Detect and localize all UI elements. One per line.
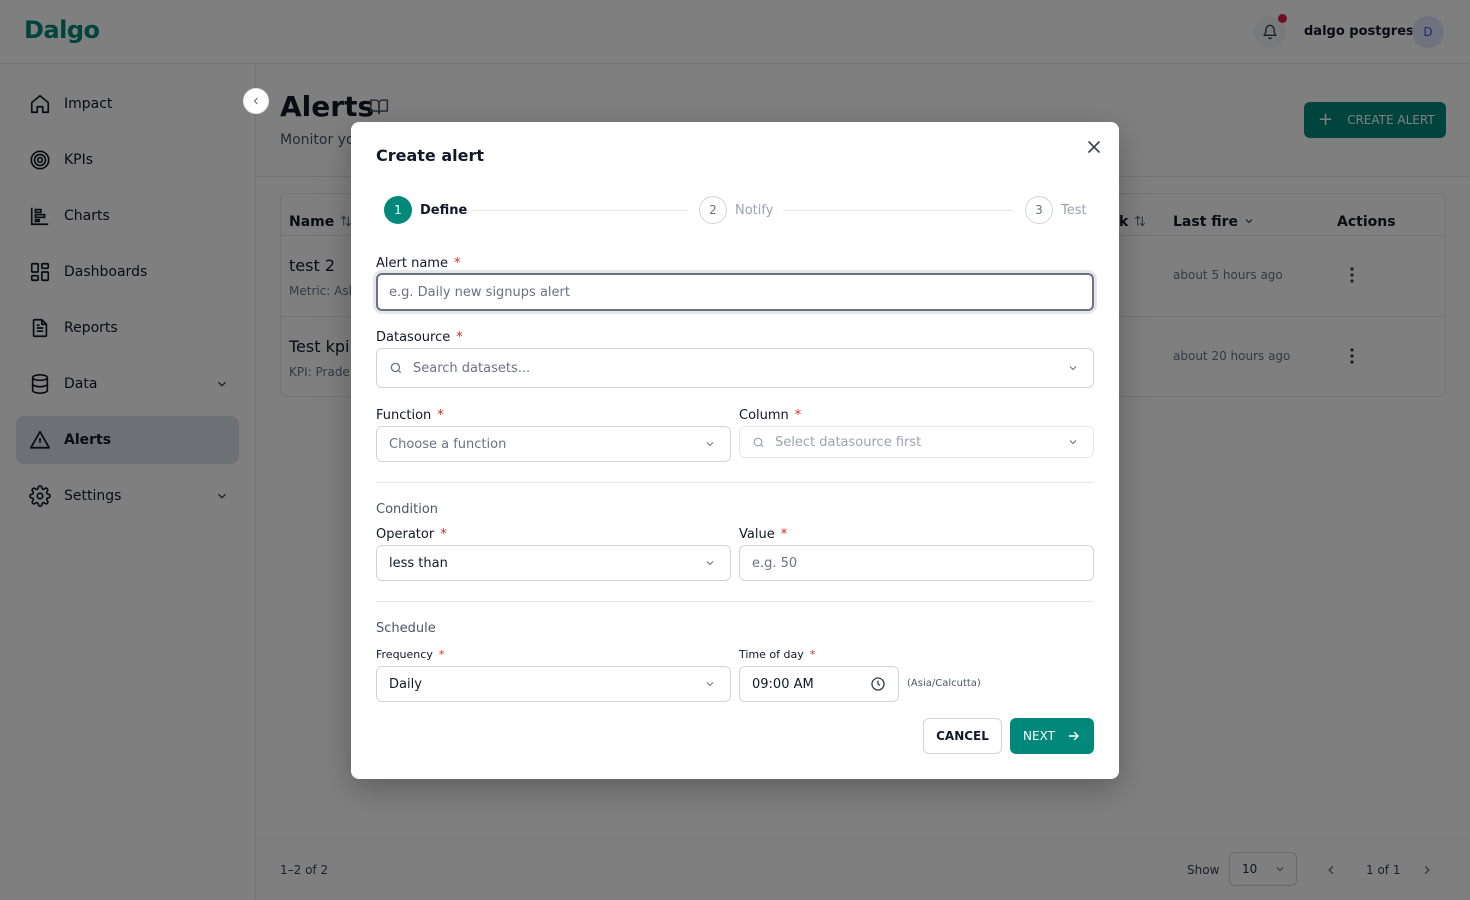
step-connector: [472, 210, 688, 211]
timezone-note: (Asia/Calcutta): [907, 678, 981, 689]
required-mark: *: [780, 527, 788, 542]
required-mark: *: [794, 408, 802, 423]
step-test: 3 Test: [1025, 196, 1087, 224]
datasource-label: Datasource *: [376, 330, 463, 345]
function-label: Function *: [376, 408, 444, 423]
datasource-placeholder: Search datasets...: [413, 360, 531, 376]
label-text: Value: [739, 527, 775, 542]
step-label: Define: [420, 202, 468, 218]
dialog-title: Create alert: [376, 146, 485, 165]
column-select[interactable]: Select datasource first: [739, 426, 1094, 458]
schedule-section-title: Schedule: [376, 621, 436, 636]
condition-section-title: Condition: [376, 502, 439, 517]
label-text: Frequency: [376, 648, 433, 661]
label-text: Column: [739, 408, 789, 423]
alert-name-placeholder: e.g. Daily new signups alert: [389, 284, 570, 300]
chevron-down-icon: [1067, 362, 1079, 378]
time-of-day-input[interactable]: 09:00 AM: [739, 666, 899, 702]
chevron-down-icon: [1067, 436, 1079, 452]
chevron-down-icon: [704, 438, 716, 454]
required-mark: *: [438, 648, 445, 661]
label-text: Function: [376, 408, 432, 423]
required-mark: *: [453, 256, 461, 271]
step-label: Test: [1061, 202, 1087, 218]
step-number: 3: [1025, 196, 1053, 224]
required-mark: *: [437, 408, 444, 423]
function-select[interactable]: Choose a function: [376, 426, 731, 462]
required-mark: *: [440, 527, 447, 542]
collapse-sidebar-button[interactable]: [243, 88, 269, 114]
operator-label: Operator *: [376, 527, 447, 542]
step-notify: 2 Notify: [699, 196, 773, 224]
step-define: 1 Define: [384, 196, 467, 224]
required-mark: *: [809, 648, 816, 661]
datasource-search-input[interactable]: Search datasets...: [376, 348, 1094, 388]
step-connector: [783, 210, 1013, 211]
value-placeholder: e.g. 50: [752, 555, 798, 571]
close-button[interactable]: [1085, 138, 1103, 156]
label-text: Alert name: [376, 256, 448, 271]
label-text: Operator: [376, 527, 435, 542]
search-icon: [752, 436, 765, 449]
frequency-select[interactable]: Daily: [376, 666, 731, 702]
frequency-value: Daily: [389, 676, 422, 692]
required-mark: *: [456, 330, 463, 345]
next-button[interactable]: NEXT: [1010, 718, 1094, 754]
operator-select[interactable]: less than: [376, 545, 731, 581]
section-divider: [376, 601, 1094, 602]
cancel-button[interactable]: CANCEL: [923, 718, 1002, 754]
column-placeholder: Select datasource first: [775, 434, 922, 450]
chevron-down-icon: [704, 557, 716, 573]
step-number: 2: [699, 196, 727, 224]
arrow-right-icon: [1067, 729, 1081, 743]
step-number: 1: [384, 196, 412, 224]
step-label: Notify: [735, 202, 774, 218]
chevron-left-icon: [253, 97, 258, 105]
frequency-label: Frequency *: [376, 648, 444, 661]
search-icon: [389, 361, 403, 375]
time-value: 09:00 AM: [752, 676, 814, 692]
value-input[interactable]: e.g. 50: [739, 545, 1094, 581]
section-divider: [376, 482, 1094, 483]
label-text: Time of day: [739, 648, 804, 661]
label-text: Datasource: [376, 330, 451, 345]
alert-name-input[interactable]: e.g. Daily new signups alert: [376, 273, 1094, 311]
chevron-down-icon: [704, 678, 716, 694]
column-label: Column *: [739, 408, 801, 423]
time-of-day-label: Time of day *: [739, 648, 815, 661]
alert-name-label: Alert name *: [376, 256, 460, 271]
value-label: Value *: [739, 527, 787, 542]
function-placeholder: Choose a function: [389, 436, 507, 452]
next-label: NEXT: [1023, 729, 1055, 743]
create-alert-dialog: Create alert 1 Define 2 Notify 3 Test Al…: [351, 122, 1119, 779]
operator-value: less than: [389, 555, 448, 571]
close-icon: [1088, 141, 1100, 153]
clock-icon[interactable]: [870, 676, 886, 696]
